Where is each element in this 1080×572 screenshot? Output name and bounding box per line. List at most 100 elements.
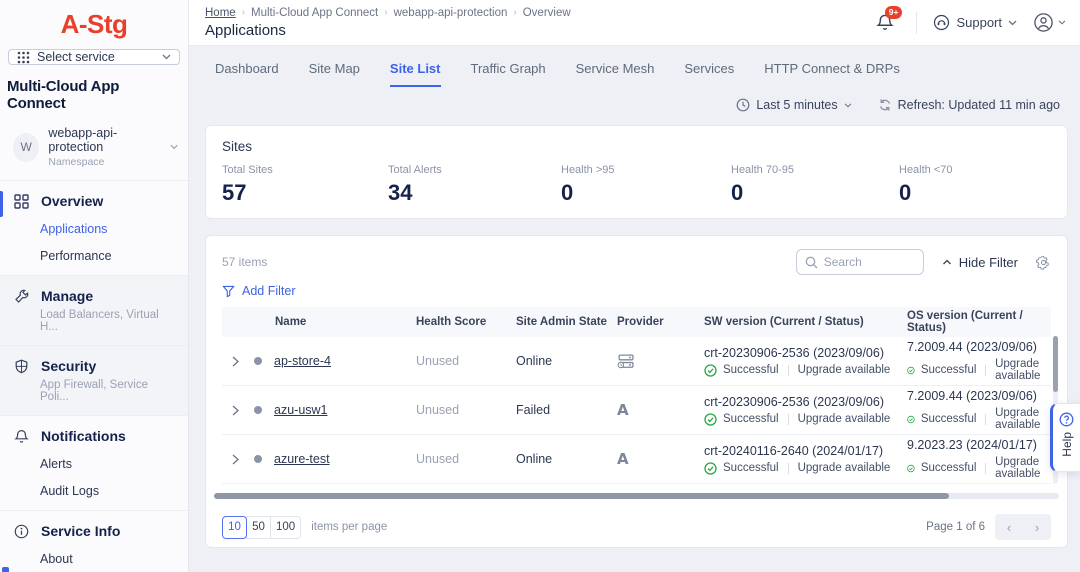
hide-filter-button[interactable]: Hide Filter [942, 255, 1018, 270]
nav-label: Service Info [41, 523, 121, 539]
success-check-icon [907, 415, 915, 423]
select-service-dropdown[interactable]: Select service [8, 49, 180, 65]
column-header-health-score: Health Score [416, 316, 487, 328]
azure-provider-icon: A [617, 449, 629, 468]
brand-logo[interactable]: A-Stg [0, 0, 188, 46]
items-per-page-label: items per page [311, 521, 388, 533]
column-header-sw-version: SW version (Current / Status) [704, 316, 864, 328]
items-count: 57 items [222, 255, 268, 269]
nav-group-notifications: Notifications Alerts Audit Logs [0, 416, 188, 511]
row-expander-chevron[interactable] [227, 402, 243, 418]
time-controls: Last 5 minutes Refresh: Updated 11 min a… [189, 87, 1080, 112]
apps-grid-icon [17, 51, 30, 63]
namespace-selector[interactable]: W webapp-api-protection Namespace [0, 124, 188, 181]
refresh-status-label: Refresh: Updated 11 min ago [897, 98, 1060, 112]
table-row: azure-test Unused Online A crt-20240116-… [222, 435, 1051, 484]
sidebar-item-manage[interactable]: Manage [0, 288, 178, 304]
gear-icon [1036, 255, 1049, 270]
os-version-cell: 7.2009.44 (2023/09/06) Successful Upgrad… [907, 340, 1041, 382]
page-size-100[interactable]: 100 [270, 515, 302, 539]
page-info: Page 1 of 6 [926, 521, 985, 533]
tab-site-map[interactable]: Site Map [309, 61, 360, 87]
sidebar-item-audit-logs[interactable]: Audit Logs [0, 484, 178, 498]
sidebar-item-about[interactable]: About [0, 552, 178, 566]
table-row: ap-store-4 Unused Online crt-20230906-25… [222, 337, 1051, 386]
breadcrumb-namespace[interactable]: webapp-api-protection [394, 7, 508, 19]
question-mark-icon [1059, 412, 1074, 427]
page-size-10[interactable]: 10 [222, 515, 247, 539]
page-title: Applications [205, 21, 286, 39]
column-header-provider: Provider [617, 316, 664, 328]
notifications-bell-button[interactable]: 9+ [876, 6, 903, 32]
site-name-link[interactable]: azu-usw1 [274, 403, 328, 417]
support-label: Support [956, 15, 1002, 30]
sidebar-item-overview[interactable]: Overview [0, 193, 178, 209]
site-name-link[interactable]: ap-store-4 [274, 354, 331, 368]
sw-version-cell: crt-20230906-2536 (2023/09/06) Successfu… [704, 394, 891, 426]
azure-provider-icon: A [617, 400, 629, 419]
select-service-label: Select service [37, 50, 115, 64]
nav-group-security: Security App Firewall, Service Poli... [0, 346, 188, 416]
provider-cell: A [617, 450, 704, 469]
row-expander-chevron[interactable] [227, 353, 243, 369]
tab-http-connect-drps[interactable]: HTTP Connect & DRPs [764, 61, 900, 87]
notification-count-badge: 9+ [884, 6, 903, 19]
refresh-button[interactable]: Refresh: Updated 11 min ago [878, 98, 1060, 112]
datacenter-provider-icon [617, 353, 634, 368]
tab-dashboard[interactable]: Dashboard [215, 61, 279, 87]
refresh-icon [879, 99, 890, 111]
row-expander-chevron[interactable] [227, 451, 243, 467]
site-admin-state-cell: Online [516, 354, 553, 368]
site-name-link[interactable]: azure-test [274, 452, 330, 466]
tab-site-list[interactable]: Site List [389, 61, 441, 87]
next-page-button[interactable]: › [1035, 521, 1039, 534]
sites-table: Name Health Score Site Admin State Provi… [222, 307, 1051, 484]
bell-icon [14, 429, 29, 443]
breadcrumb-separator: › [384, 7, 388, 18]
sw-version-cell: crt-20230906-2536 (2023/09/06) Successfu… [704, 345, 891, 377]
sidebar-item-applications[interactable]: Applications [0, 222, 178, 236]
pagination-bar: 10 50 100 items per page Page 1 of 6 ‹ › [206, 499, 1067, 540]
main-area: Home › Multi-Cloud App Connect › webapp-… [189, 0, 1080, 572]
search-input[interactable] [823, 255, 914, 269]
provider-cell: A [617, 401, 704, 420]
site-status-dot [254, 455, 262, 463]
sidebar-item-service-info[interactable]: Service Info [0, 523, 178, 539]
table-header-row: Name Health Score Site Admin State Provi… [222, 307, 1051, 337]
site-status-dot [254, 406, 262, 414]
tab-traffic-graph[interactable]: Traffic Graph [471, 61, 546, 87]
nav-group-manage: Manage Load Balancers, Virtual H... [0, 276, 188, 346]
sidebar-item-notifications[interactable]: Notifications [0, 428, 178, 444]
breadcrumb-mcac[interactable]: Multi-Cloud App Connect [251, 7, 378, 19]
sidebar-item-alerts[interactable]: Alerts [0, 457, 178, 471]
table-row: azu-usw1 Unused Failed A crt-20230906-25… [222, 386, 1051, 435]
breadcrumb-home[interactable]: Home [205, 7, 236, 19]
sidebar-item-performance[interactable]: Performance [0, 249, 178, 263]
tab-service-mesh[interactable]: Service Mesh [576, 61, 655, 87]
time-range-selector[interactable]: Last 5 minutes [736, 98, 851, 112]
search-box [795, 249, 924, 275]
sites-summary-card: Sites Total Sites 57 Total Alerts 34 Hea… [205, 125, 1068, 219]
funnel-icon [222, 285, 235, 298]
table-toolbar: 57 items Hide Filter [206, 236, 1067, 275]
metric-total-alerts: Total Alerts 34 [388, 164, 442, 205]
chevron-down-icon [1008, 20, 1017, 25]
tab-services[interactable]: Services [684, 61, 734, 87]
column-header-os-version: OS version (Current / Status) [907, 310, 1023, 334]
chevron-up-icon [942, 259, 951, 265]
help-tab[interactable]: Help [1050, 403, 1080, 472]
account-menu[interactable] [1033, 12, 1066, 33]
sidebar-item-security[interactable]: Security [0, 358, 178, 374]
site-status-dot [254, 357, 262, 365]
prev-page-button[interactable]: ‹ [1007, 521, 1011, 534]
provider-cell [617, 353, 704, 369]
table-settings-button[interactable] [1036, 255, 1051, 270]
page-size-50[interactable]: 50 [246, 515, 271, 539]
topbar: Home › Multi-Cloud App Connect › webapp-… [189, 0, 1080, 46]
namespace-kind: Namespace [48, 156, 105, 168]
add-filter-button[interactable]: Add Filter [206, 275, 1067, 298]
success-check-icon [704, 363, 717, 377]
support-menu[interactable]: Support [933, 14, 1017, 31]
service-title: Multi-Cloud App Connect [7, 78, 120, 112]
wrench-icon [15, 289, 29, 303]
